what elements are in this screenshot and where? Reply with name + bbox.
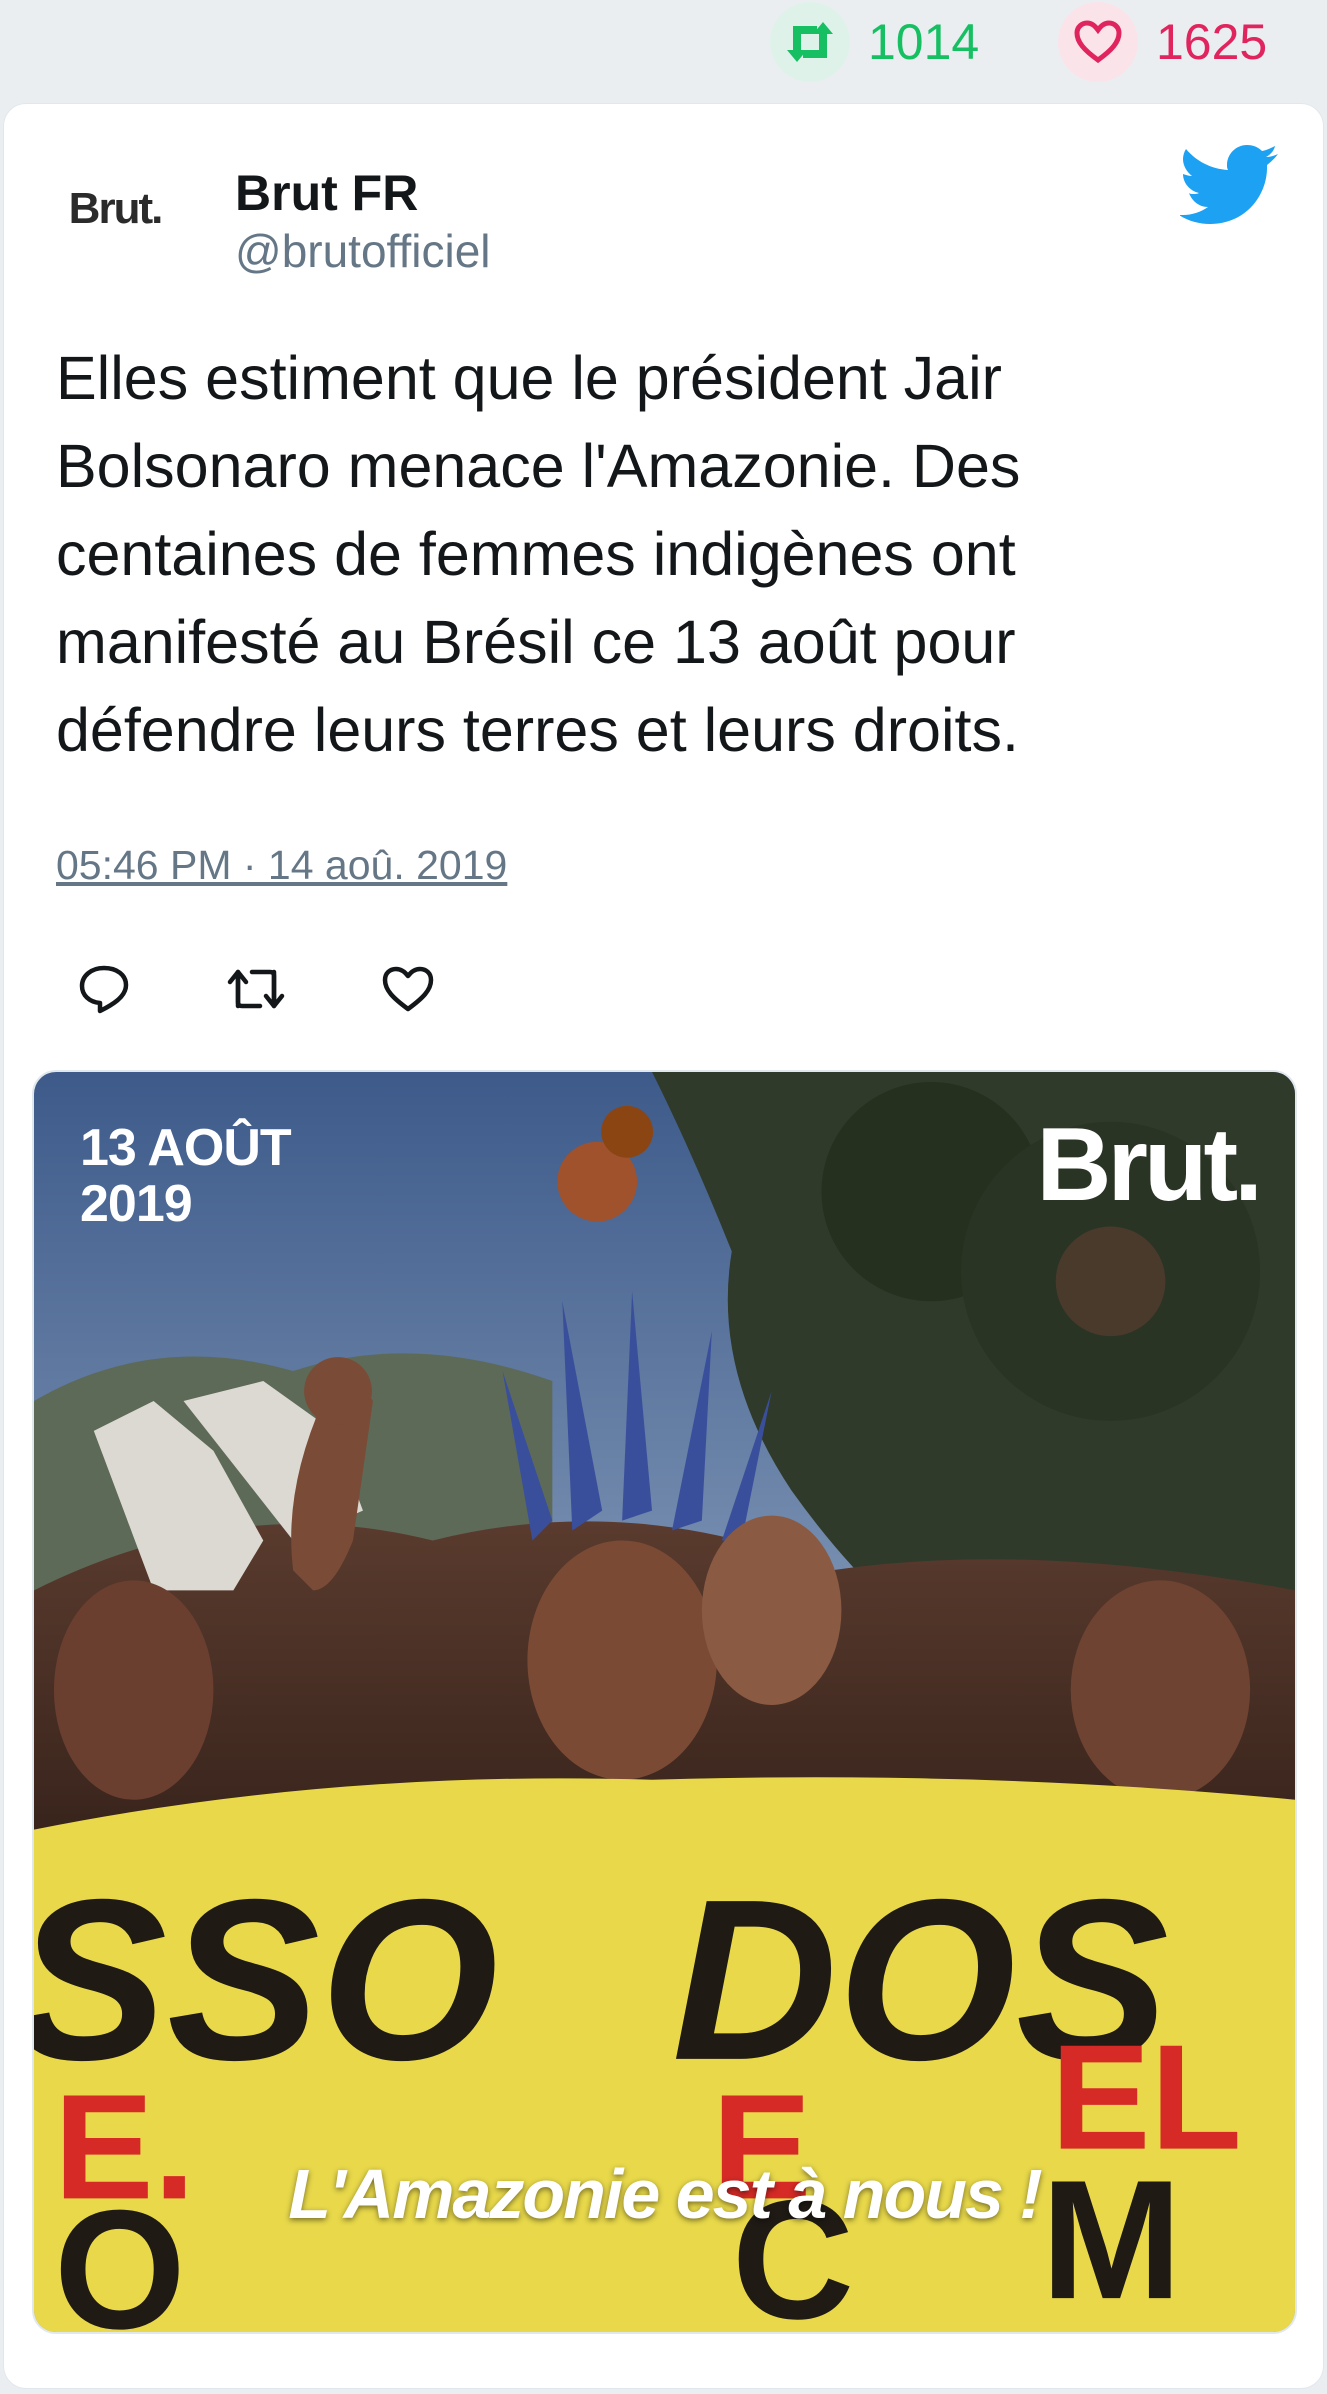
like-button[interactable] [378,959,438,1019]
reply-button[interactable] [74,959,134,1019]
tweet-video[interactable]: SSO DOS E. E EL O C M 13 AOÛT 2019 Brut.… [32,1070,1297,2334]
retweet-stat[interactable]: 1014 [770,2,980,82]
video-date-overlay: 13 AOÛT 2019 [80,1119,292,1233]
retweet-icon [227,969,285,1009]
heart-icon [1058,2,1138,82]
reply-icon [79,965,129,1014]
tweet-header: Brut. Brut FR @brutofficiel [50,144,1280,277]
author-name[interactable]: Brut FR [235,164,418,222]
twitter-bird-icon[interactable] [1180,144,1280,228]
video-date-year: 2019 [80,1175,193,1233]
retweet-count: 1014 [868,14,980,70]
avatar-logo-text: Brut. [68,184,164,233]
heart-icon [382,966,434,1012]
tweet-actions [74,954,530,1024]
like-count: 1625 [1156,14,1268,70]
protest-photo: SSO DOS E. E EL O C M [34,1072,1295,2332]
retweet-icon [770,2,850,82]
author-handle[interactable]: @brutofficiel [235,224,491,278]
tweet-text: Elles estiment que le président Jair Bol… [56,344,1021,764]
retweet-button[interactable] [226,959,286,1019]
engagement-stats-bar: 1014 1625 [0,0,1327,100]
like-stat[interactable]: 1625 [1058,2,1268,82]
video-date-day: 13 AOÛT [80,1119,292,1177]
video-brand-logo: Brut. [1036,1107,1263,1223]
tweet-timestamp[interactable]: 05:46 PM · 14 aoû. 2019 [56,842,507,889]
avatar[interactable]: Brut. [50,144,180,274]
video-caption: L'Amazonie est à nous ! [288,2155,1042,2233]
tweet-card: Brut. Brut FR @brutofficiel Elles estime… [4,104,1323,2388]
